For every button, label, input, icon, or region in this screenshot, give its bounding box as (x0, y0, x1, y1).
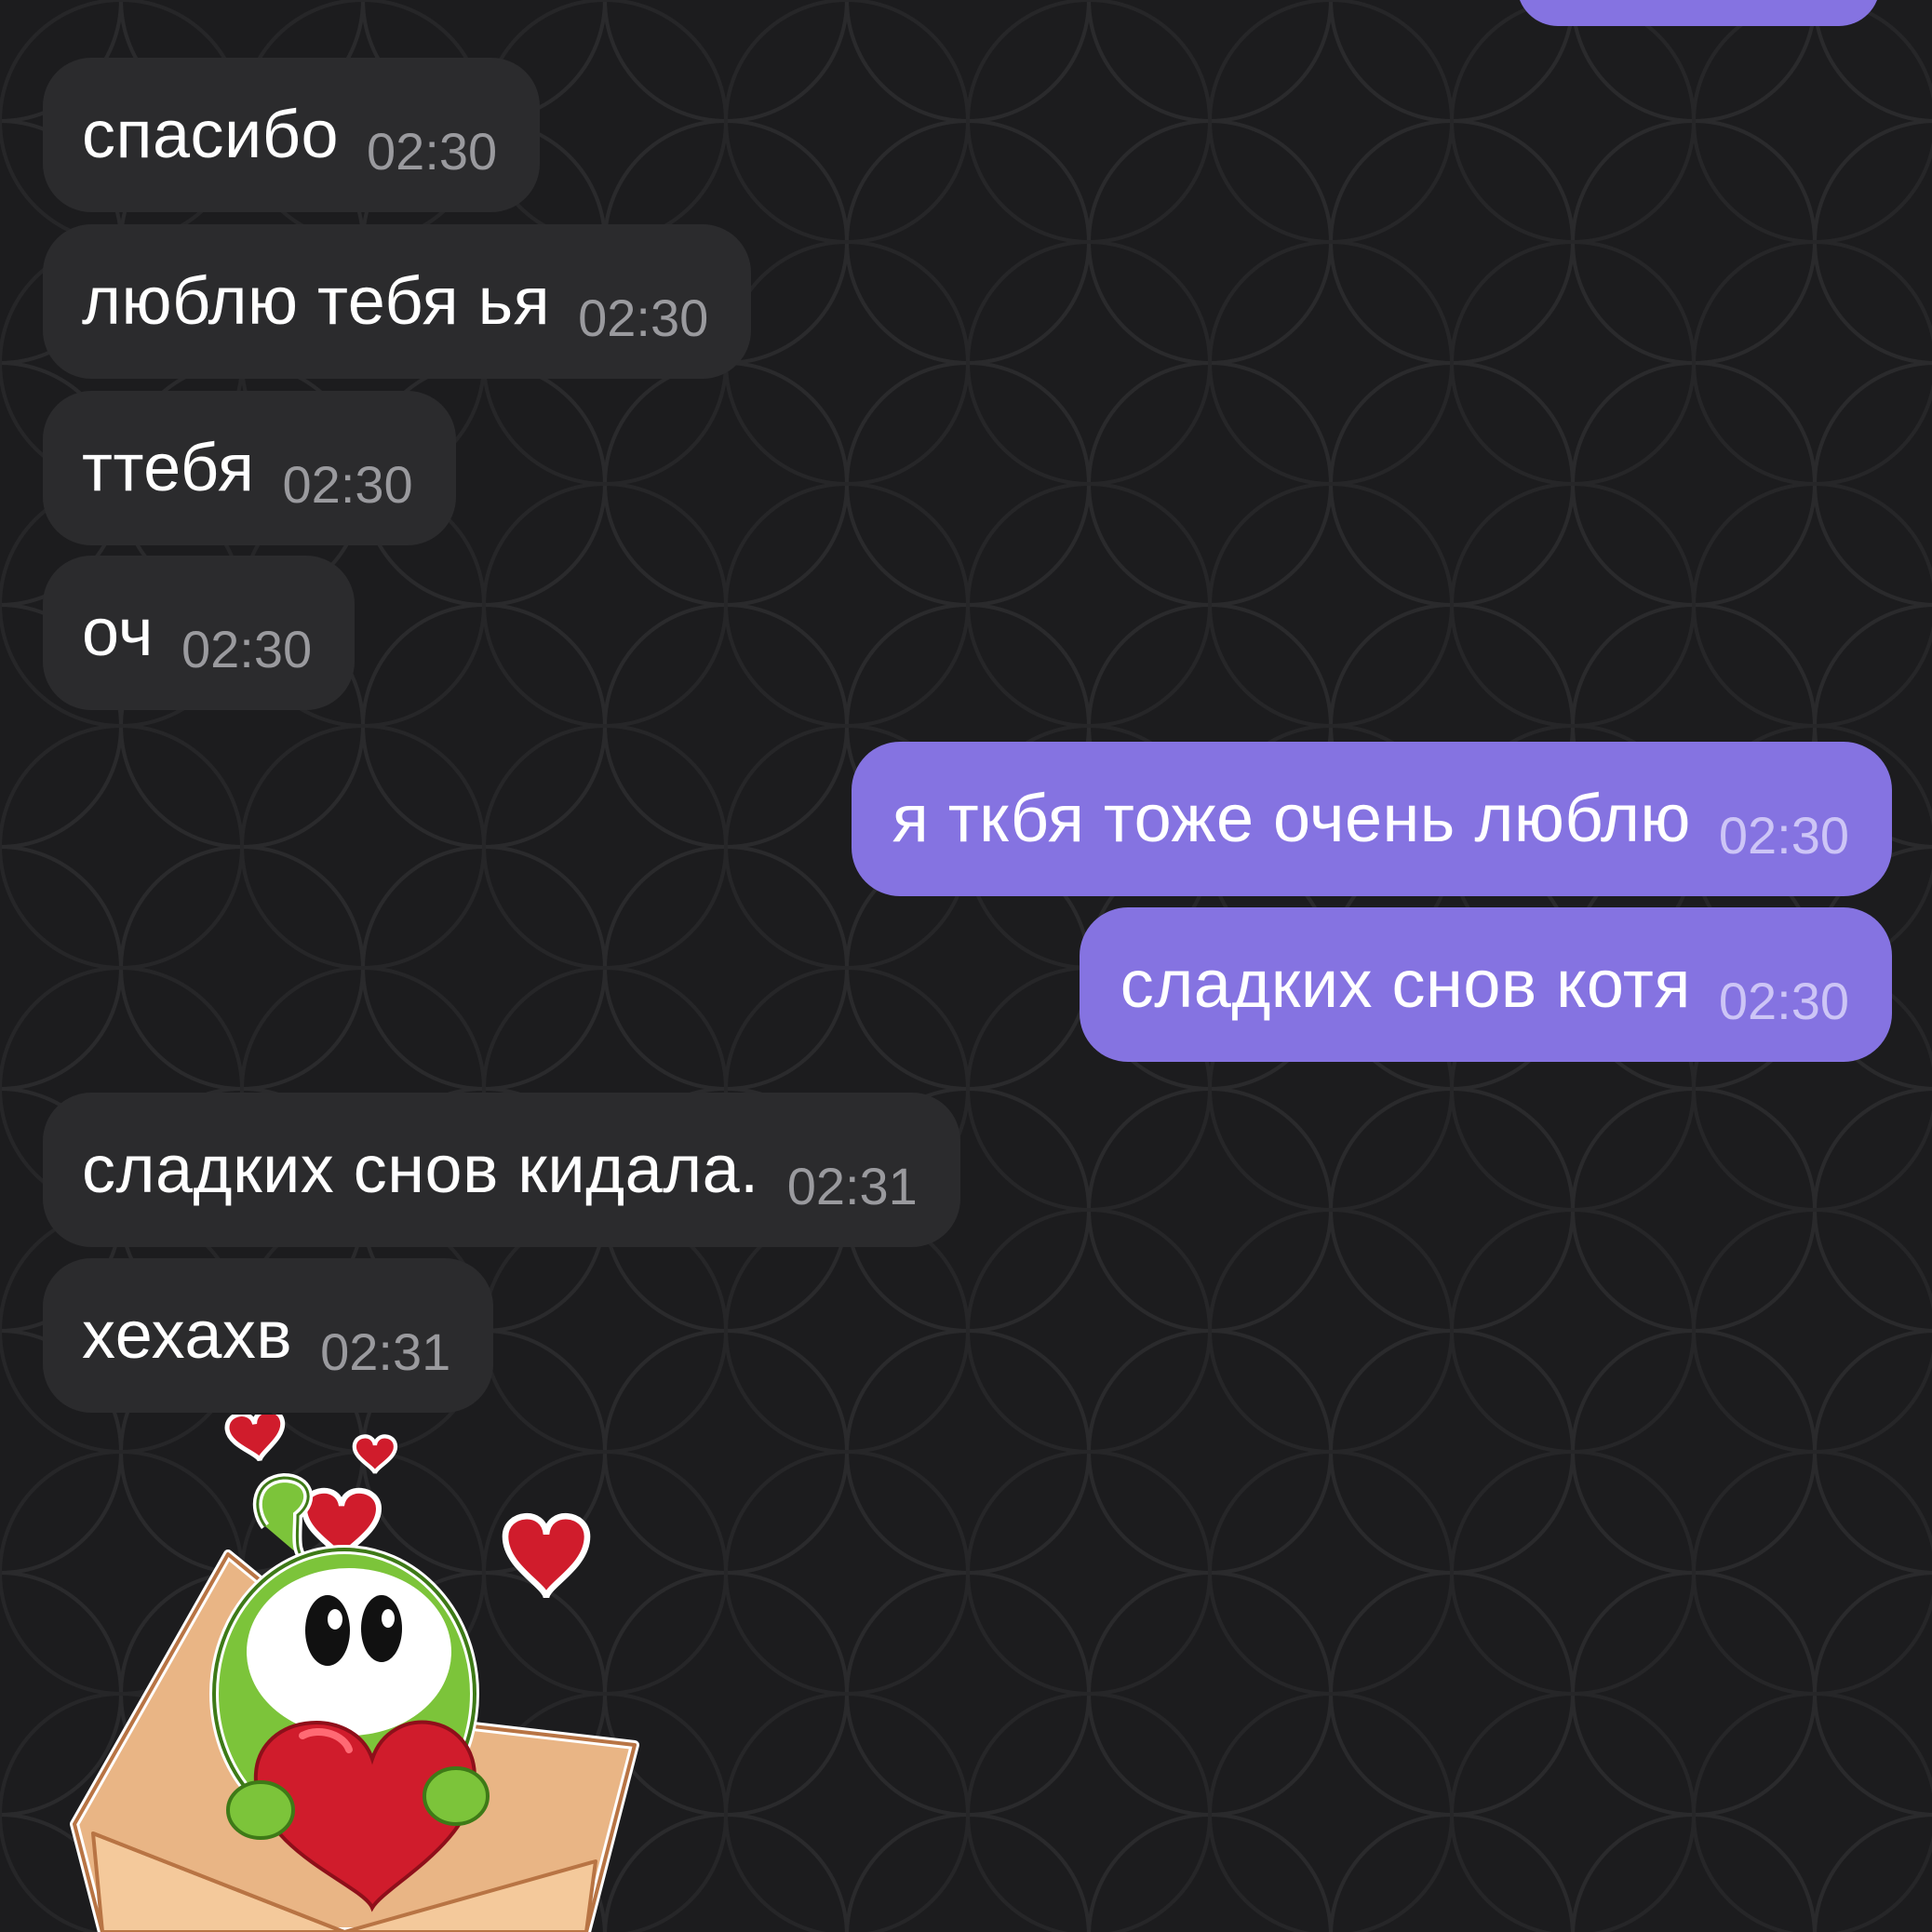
chat-view[interactable]: спасибо 02:30 люблю тебя ья 02:30 ттебя … (0, 0, 1932, 1932)
message-time: 02:30 (367, 122, 498, 181)
message-time: 02:31 (786, 1157, 918, 1215)
message-time: 02:30 (181, 620, 313, 678)
heart-icon (502, 1512, 591, 1599)
incoming-message[interactable]: ттебя 02:30 (43, 391, 456, 545)
outgoing-message[interactable]: сладких снов котя 02:30 (1079, 907, 1892, 1062)
heart-icon (224, 1415, 286, 1462)
message-time: 02:30 (1718, 806, 1849, 865)
incoming-message[interactable]: сладких снов кидала. 02:31 (43, 1093, 960, 1247)
incoming-message[interactable]: хехахв 02:31 (43, 1258, 494, 1413)
message-text: ттебя (82, 431, 255, 505)
message-text: оч (82, 596, 154, 670)
incoming-message[interactable]: оч 02:30 (43, 556, 356, 710)
message-text: спасибо (82, 98, 340, 172)
message-time: 02:30 (578, 288, 709, 347)
message-text: сладких снов котя (1120, 947, 1691, 1022)
message-time: 02:30 (282, 455, 413, 514)
message-time: 02:31 (320, 1322, 451, 1381)
incoming-message[interactable]: спасибо 02:30 (43, 58, 541, 212)
previous-outgoing-bubble[interactable] (1517, 0, 1880, 26)
outgoing-message[interactable]: я ткбя тоже очень люблю 02:30 (851, 742, 1892, 896)
message-time: 02:30 (1718, 972, 1849, 1030)
message-text: я ткбя тоже очень люблю (892, 782, 1691, 856)
om-nom-love-letter-sticker[interactable] (65, 1415, 661, 1932)
message-text: сладких снов кидала. (82, 1133, 759, 1207)
message-text: хехахв (82, 1298, 293, 1373)
heart-icon (352, 1434, 398, 1475)
incoming-message[interactable]: люблю тебя ья 02:30 (43, 224, 752, 379)
message-text: люблю тебя ья (82, 264, 551, 339)
